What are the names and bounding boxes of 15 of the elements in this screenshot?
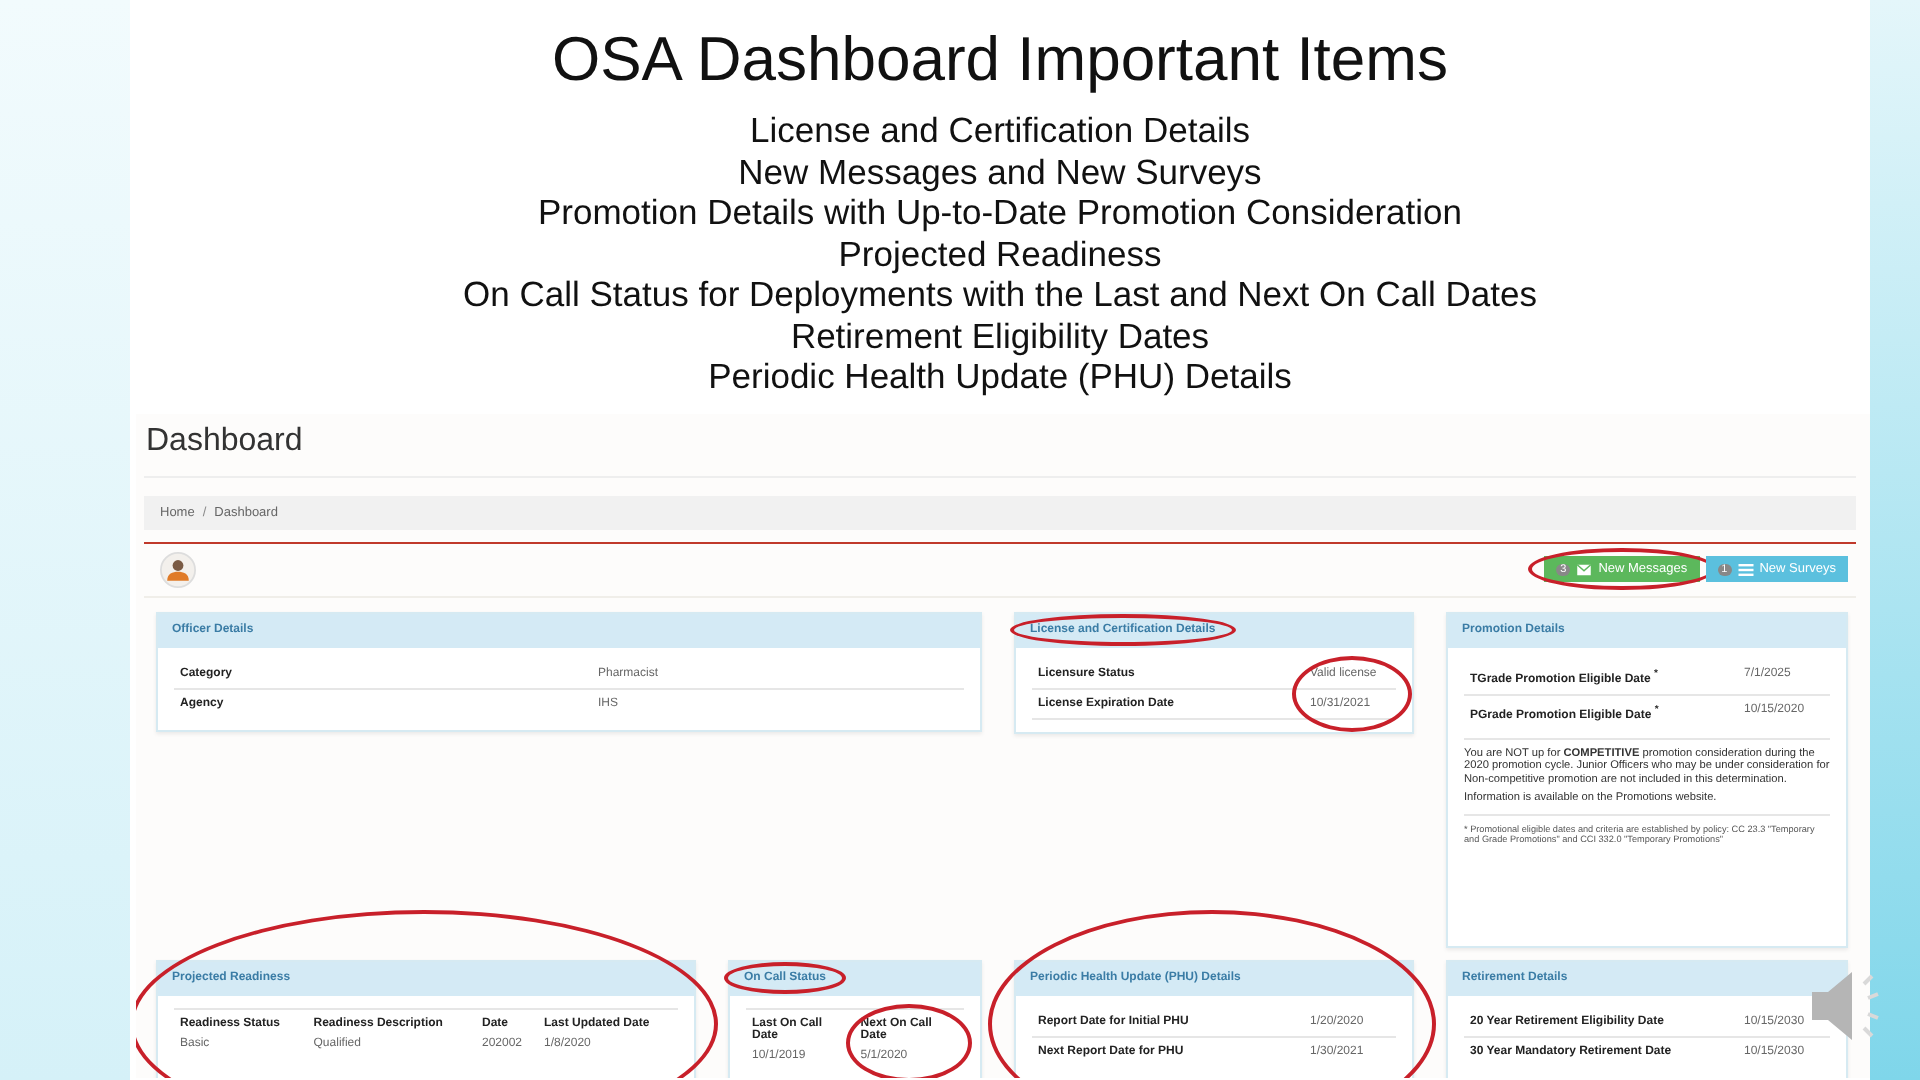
- page-title: Dashboard: [144, 413, 1856, 477]
- bullet-line: Promotion Details with Up-to-Date Promotion Consideration: [537, 192, 1462, 233]
- bullet-line: Projected Readiness: [838, 233, 1162, 274]
- bullet-line: Periodic Health Update (PHU) Details: [708, 356, 1292, 397]
- list-icon: [1737, 563, 1754, 575]
- envelope-icon: [1576, 563, 1593, 575]
- annotation-ellipse: [846, 1003, 972, 1077]
- bullet-line: On Call Status for Deployments with the Last and Next On Call Dates: [463, 274, 1537, 315]
- annotation-ellipse: [1292, 655, 1412, 731]
- bullet-line: New Messages and New Surveys: [738, 151, 1262, 192]
- slide-title: OSA Dashboard Important Items: [552, 24, 1448, 96]
- annotation-ellipse: [724, 962, 847, 994]
- bullet-line: Retirement Eligibility Dates: [790, 315, 1210, 356]
- avatar-icon[interactable]: [160, 551, 196, 587]
- bullet-line: License and Certification Details: [749, 110, 1250, 151]
